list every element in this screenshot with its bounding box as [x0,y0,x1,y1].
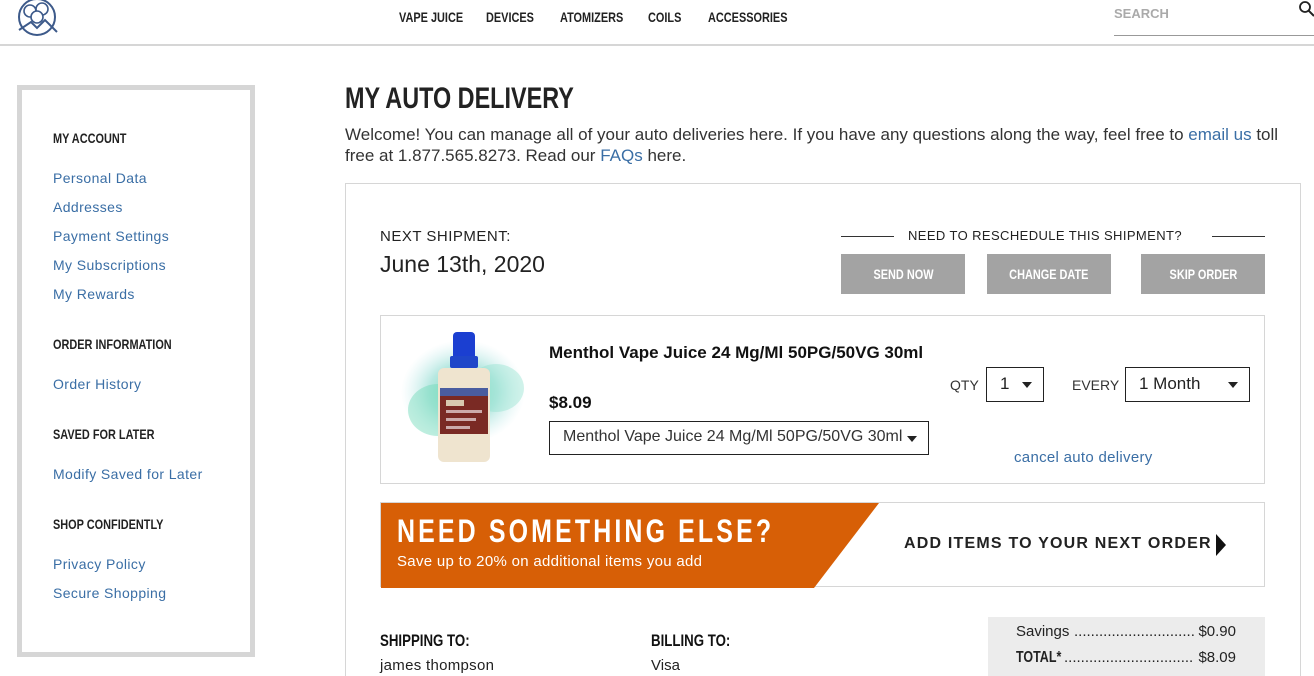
savings-label: Savings [1016,623,1070,640]
chevron-down-icon [1228,382,1238,388]
search-icon[interactable] [1298,0,1314,18]
sidebar-link-my-rewards[interactable]: My Rewards [53,286,135,302]
search-box [1114,0,1314,36]
sidebar-heading-saved-for-later: SAVED FOR LATER [53,426,155,442]
qty-value: 1 [1000,374,1010,393]
brand-logo-icon[interactable] [14,0,60,40]
shipping-name: james thompson [380,657,495,674]
search-input[interactable] [1114,2,1294,24]
qty-label: QTY [950,377,979,393]
sidebar-heading-shop-confidently: SHOP CONFIDENTLY [53,516,164,532]
sidebar-link-secure-shopping[interactable]: Secure Shopping [53,585,166,601]
sidebar-heading-order-information: ORDER INFORMATION [53,336,172,352]
sidebar-link-my-subscriptions[interactable]: My Subscriptions [53,257,166,273]
frequency-select[interactable]: 1 Month [1125,367,1250,402]
welcome-text: Welcome! You can manage all of your auto… [345,125,1279,165]
divider-left [841,236,894,237]
top-header: VAPE JUICE DEVICES ATOMIZERS COILS ACCES… [0,0,1314,46]
nav-devices[interactable]: DEVICES [486,9,547,25]
arrow-right-icon [1216,534,1226,556]
nav-accessories[interactable]: ACCESSORIES [708,9,810,25]
savings-value: $0.90 [1198,623,1236,640]
product-name[interactable]: Menthol Vape Juice 24 Mg/Ml 50PG/50VG 30… [549,343,939,362]
skip-order-button[interactable]: SKIP ORDER [1141,254,1265,294]
chevron-down-icon [1022,382,1032,388]
change-date-button[interactable]: CHANGE DATE [987,254,1111,294]
total-value: $8.09 [1198,649,1236,666]
nav-atomizers[interactable]: ATOMIZERS [560,9,641,25]
product-variant-value: Menthol Vape Juice 24 Mg/Ml 50PG/50VG 30… [563,428,903,445]
reschedule-text: NEED TO RESCHEDULE THIS SHIPMENT? [908,228,1182,243]
sidebar-heading-my-account: MY ACCOUNT [53,130,127,146]
promo-title: NEED SOMETHING ELSE? [397,513,775,549]
send-now-button[interactable]: SEND NOW [841,254,965,294]
email-us-link[interactable]: email us [1188,125,1251,144]
product-variant-select[interactable]: Menthol Vape Juice 24 Mg/Ml 50PG/50VG 30… [549,421,929,455]
total-dots: ............................... [1064,649,1194,666]
divider-right [1212,236,1265,237]
sidebar-link-personal-data[interactable]: Personal Data [53,170,147,186]
sidebar-link-order-history[interactable]: Order History [53,376,141,392]
sidebar-link-modify-saved[interactable]: Modify Saved for Later [53,466,203,482]
account-sidebar: MY ACCOUNT Personal Data Addresses Payme… [17,85,255,657]
savings-row: Savings .............................. $… [1016,623,1236,641]
frequency-value: 1 Month [1139,374,1201,393]
add-items-link[interactable]: ADD ITEMS TO YOUR NEXT ORDER [904,535,1212,555]
promo-subtitle: Save up to 20% on additional items you a… [397,553,703,570]
sidebar-link-addresses[interactable]: Addresses [53,199,123,215]
reschedule-heading: NEED TO RESCHEDULE THIS SHIPMENT? [841,228,1265,246]
page-title: MY AUTO DELIVERY [345,82,574,115]
product-image[interactable] [398,330,528,465]
cancel-auto-delivery-link[interactable]: cancel auto delivery [1014,449,1153,466]
product-price: $8.09 [549,393,592,412]
billing-method: Visa [651,657,680,674]
next-shipment-label: NEXT SHIPMENT: [380,228,511,245]
frequency-label: EVERY [1072,377,1120,393]
chevron-down-icon [907,436,917,442]
next-shipment-date: June 13th, 2020 [380,251,545,277]
sidebar-link-payment-settings[interactable]: Payment Settings [53,228,169,244]
sidebar-link-privacy-policy[interactable]: Privacy Policy [53,556,146,572]
total-row: TOTAL* ............................... $… [1016,649,1236,669]
savings-dots: .............................. [1074,623,1194,640]
shipping-heading: SHIPPING TO: [380,631,470,650]
qty-select[interactable]: 1 [986,367,1044,402]
faqs-link[interactable]: FAQs [600,146,643,165]
nav-vape-juice[interactable]: VAPE JUICE [399,9,481,25]
nav-coils[interactable]: COILS [648,9,691,25]
billing-heading: BILLING TO: [651,631,731,650]
order-totals: Savings .............................. $… [988,617,1265,676]
